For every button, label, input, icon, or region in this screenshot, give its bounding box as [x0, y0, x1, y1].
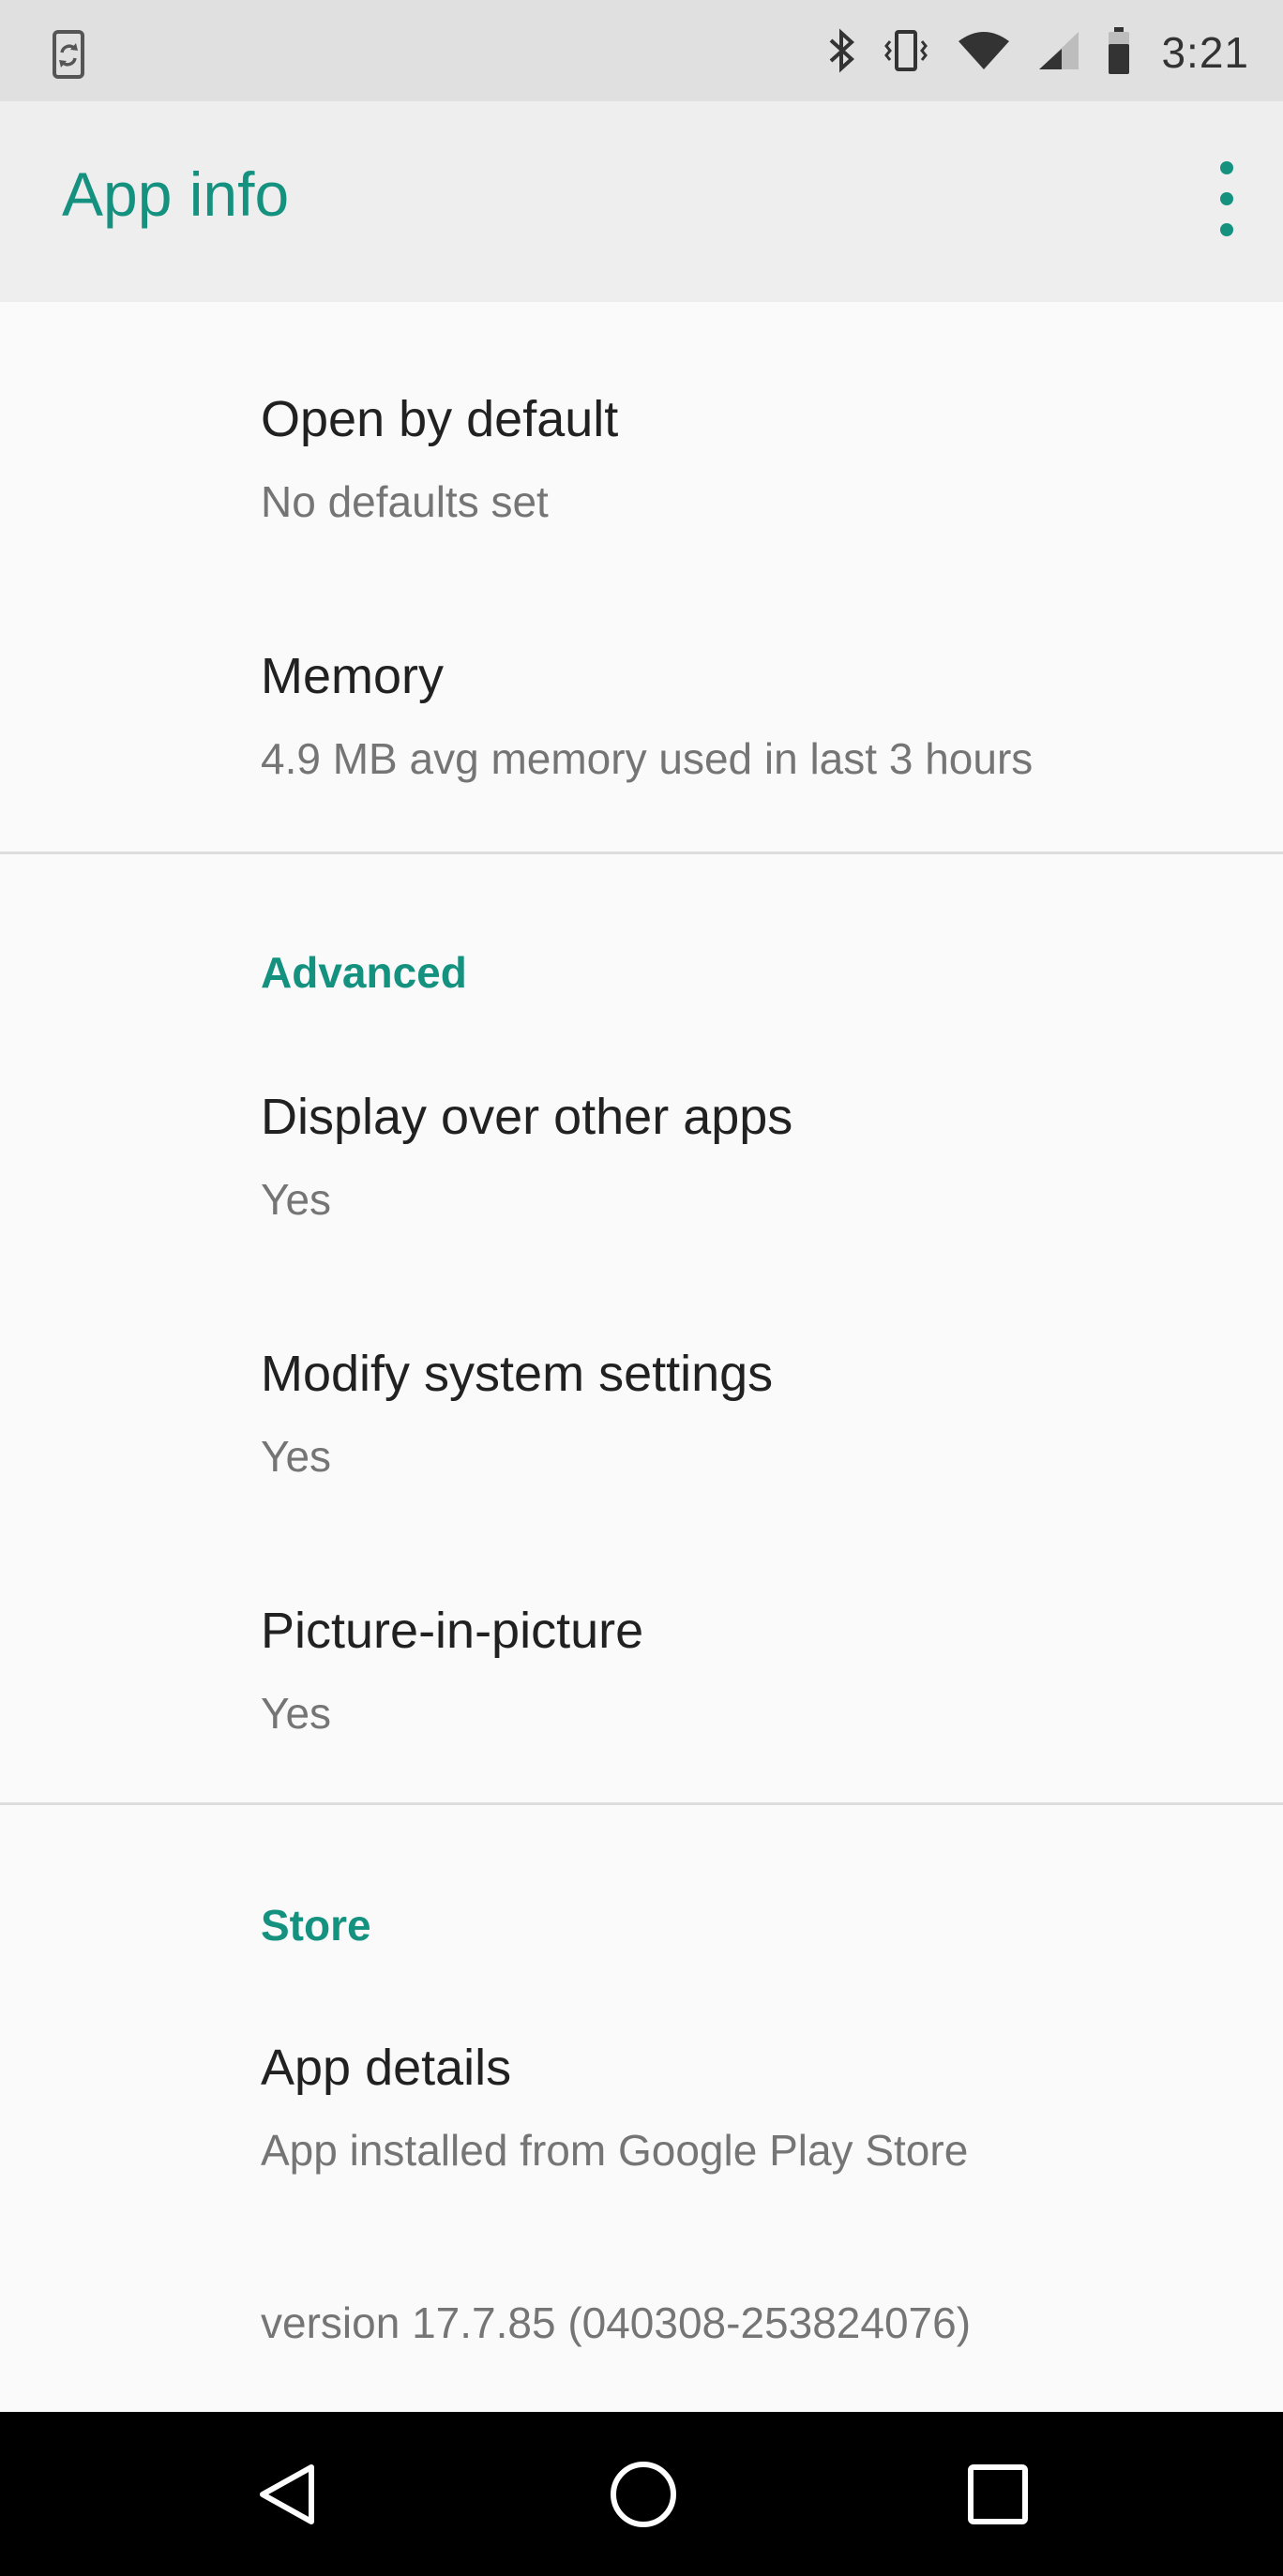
more-options-button[interactable] — [1204, 161, 1249, 236]
home-icon — [608, 2459, 679, 2535]
navigation-bar — [0, 2412, 1283, 2576]
pref-title: App details — [261, 2040, 512, 2096]
status-icons: 3:21 — [801, 24, 1249, 81]
pref-summary: App installed from Google Play Store — [261, 2126, 969, 2175]
app-details-item[interactable]: App details App installed from Google Pl… — [261, 2042, 968, 2172]
pref-summary: Yes — [261, 1689, 332, 1738]
more-vert-icon — [1220, 161, 1233, 174]
home-button[interactable] — [606, 2459, 681, 2534]
pref-title: Modify system settings — [261, 1346, 774, 1402]
cell-signal-icon — [1037, 30, 1080, 76]
app-bar: App info — [0, 101, 1283, 302]
section-header-advanced: Advanced — [261, 948, 467, 997]
pref-summary: 4.9 MB avg memory used in last 3 hours — [261, 734, 1034, 783]
vibrate-icon — [882, 28, 930, 78]
back-icon — [257, 2462, 317, 2532]
page-title: App info — [62, 159, 290, 229]
battery-icon — [1107, 26, 1131, 79]
pref-title: Memory — [261, 648, 445, 704]
back-button[interactable] — [249, 2459, 325, 2534]
pref-summary: Yes — [261, 1432, 332, 1481]
pref-title: Open by default — [261, 391, 619, 447]
pref-title: Display over other apps — [261, 1089, 793, 1145]
wifi-icon — [957, 30, 1011, 76]
memory-item[interactable]: Memory 4.9 MB avg memory used in last 3 … — [261, 651, 1033, 780]
pref-title: Picture-in-picture — [261, 1603, 644, 1659]
phone-sync-icon — [51, 30, 94, 81]
divider — [0, 851, 1283, 854]
status-time: 3:21 — [1161, 28, 1249, 77]
section-header-store: Store — [261, 1901, 371, 1950]
divider — [0, 1802, 1283, 1805]
app-info-screen: 3:21 App info Open by default No default… — [0, 0, 1283, 2576]
modify-system-settings-item[interactable]: Modify system settings Yes — [261, 1348, 773, 1478]
picture-in-picture-item[interactable]: Picture-in-picture Yes — [261, 1605, 643, 1735]
pref-summary: No defaults set — [261, 477, 549, 526]
pref-summary: Yes — [261, 1175, 332, 1224]
recents-button[interactable] — [960, 2459, 1035, 2534]
open-by-default-item[interactable]: Open by default No defaults set — [261, 394, 618, 523]
bluetooth-icon — [827, 27, 855, 79]
recents-icon — [967, 2463, 1029, 2530]
status-bar: 3:21 — [0, 0, 1283, 101]
display-over-other-apps-item[interactable]: Display over other apps Yes — [261, 1092, 792, 1221]
version-text: version 17.7.85 (040308-253824076) — [261, 2298, 972, 2347]
